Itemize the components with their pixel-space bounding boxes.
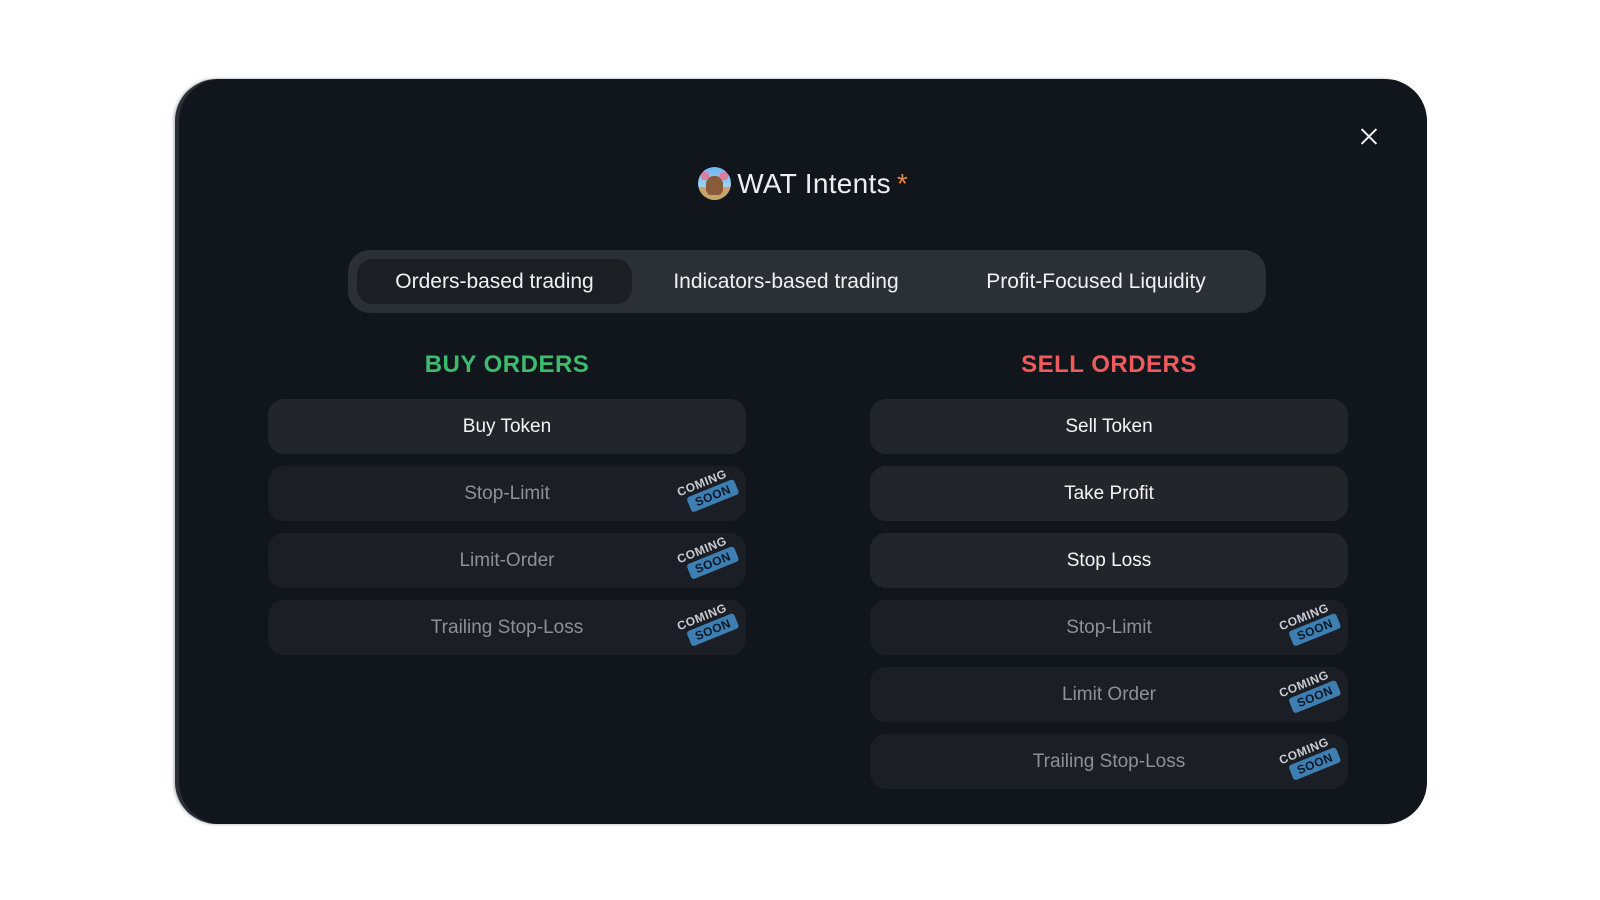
buy-orders-heading: BUY ORDERS bbox=[424, 351, 590, 378]
title-text: WAT Intents bbox=[737, 167, 891, 199]
sell-orders-heading: SELL ORDERS bbox=[1021, 351, 1197, 378]
option-label: Trailing Stop-Loss bbox=[430, 616, 584, 638]
tab-orders-based-trading[interactable]: Orders-based trading bbox=[357, 259, 632, 304]
buy-orders-column: BUY ORDERS Buy Token Stop-Limit COMING SOON… bbox=[268, 349, 746, 667]
sell-option-stop-limit: Stop-Limit COMING SOON bbox=[870, 600, 1348, 655]
coming-soon-badge: COMING SOON bbox=[1274, 667, 1348, 722]
option-label: Sell Token bbox=[1065, 415, 1153, 437]
tab-bar: Orders-based trading Indicators-based tr… bbox=[348, 250, 1266, 313]
option-label: Stop-Limit bbox=[1066, 616, 1152, 638]
option-label: Limit Order bbox=[1062, 683, 1156, 705]
buy-option-buy-token[interactable]: Buy Token bbox=[268, 399, 746, 454]
buy-option-stop-limit: Stop-Limit COMING SOON bbox=[268, 466, 746, 521]
option-label: Take Profit bbox=[1064, 482, 1154, 504]
coming-soon-badge: COMING SOON bbox=[1274, 600, 1348, 655]
tab-profit-focused-liquidity[interactable]: Profit-Focused Liquidity bbox=[940, 259, 1252, 304]
coming-soon-badge: COMING SOON bbox=[672, 533, 746, 588]
modal-title: WAT Intents * bbox=[179, 167, 1427, 200]
option-label: Stop Loss bbox=[1066, 549, 1152, 571]
sell-option-take-profit[interactable]: Take Profit bbox=[870, 466, 1348, 521]
buy-option-trailing-stop-loss: Trailing Stop-Loss COMING SOON bbox=[268, 600, 746, 655]
sell-orders-column: SELL ORDERS Sell Token Take Profit Stop Lo… bbox=[870, 349, 1348, 801]
wat-intents-modal: WAT Intents * Orders-based trading Indic… bbox=[179, 79, 1427, 824]
coming-soon-badge: COMING SOON bbox=[672, 466, 746, 521]
sell-option-sell-token[interactable]: Sell Token bbox=[870, 399, 1348, 454]
tab-indicators-based-trading[interactable]: Indicators-based trading bbox=[632, 259, 940, 304]
option-label: Trailing Stop-Loss bbox=[1032, 750, 1186, 772]
buy-option-limit-order: Limit-Order COMING SOON bbox=[268, 533, 746, 588]
sell-option-trailing-stop-loss: Trailing Stop-Loss COMING SOON bbox=[870, 734, 1348, 789]
buy-orders-list: Buy Token Stop-Limit COMING SOON Limit-Order… bbox=[268, 399, 746, 655]
option-label: Buy Token bbox=[462, 415, 552, 437]
option-label: Limit-Order bbox=[459, 549, 555, 571]
logo-avatar bbox=[698, 167, 732, 200]
sell-option-stop-loss[interactable]: Stop Loss bbox=[870, 533, 1348, 588]
coming-soon-badge: COMING SOON bbox=[672, 600, 746, 655]
coming-soon-badge: COMING SOON bbox=[1274, 734, 1348, 789]
sell-option-limit-order: Limit Order COMING SOON bbox=[870, 667, 1348, 722]
close-icon[interactable] bbox=[1354, 121, 1384, 151]
title-asterisk: * bbox=[896, 167, 908, 199]
sell-orders-list: Sell Token Take Profit Stop Loss Stop-Limit… bbox=[870, 399, 1348, 789]
option-label: Stop-Limit bbox=[464, 482, 550, 504]
